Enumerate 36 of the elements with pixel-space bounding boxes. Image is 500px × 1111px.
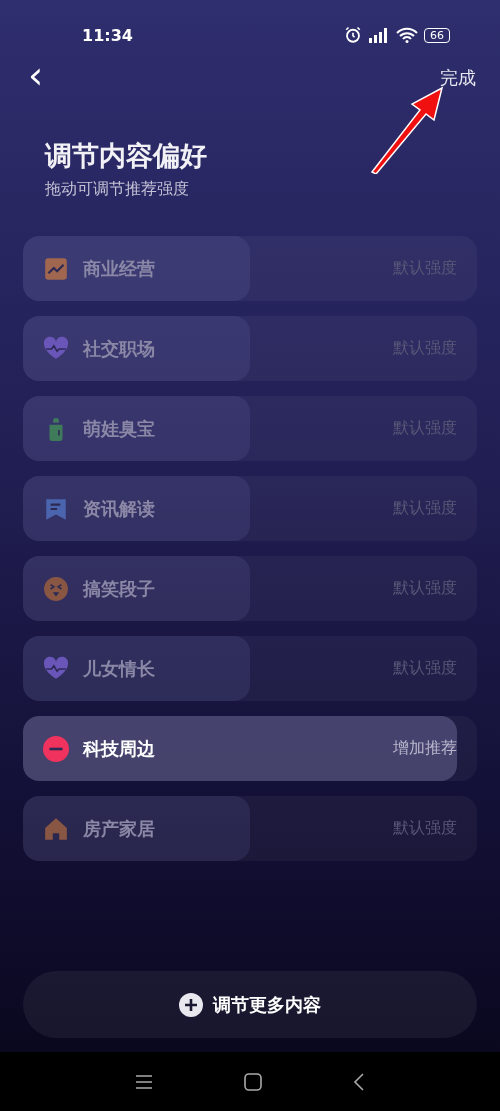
category-name: 萌娃臭宝 xyxy=(83,416,156,441)
category-name: 儿女情长 xyxy=(83,656,156,681)
preference-slider-fill[interactable] xyxy=(23,476,250,541)
strength-label: 增加推荐 xyxy=(393,738,457,759)
menu-icon[interactable] xyxy=(135,1073,154,1090)
preference-slider-fill[interactable] xyxy=(23,316,250,381)
done-button[interactable]: 完成 xyxy=(440,65,476,90)
back-icon[interactable] xyxy=(352,1072,365,1091)
category-name: 科技周边 xyxy=(83,736,156,761)
minus-icon xyxy=(43,735,69,762)
preference-slider-fill[interactable] xyxy=(23,556,250,621)
back-button[interactable]: ‹ xyxy=(24,59,48,90)
preference-slider-fill[interactable] xyxy=(23,796,250,861)
preference-slider-track[interactable]: 科技周边 增加推荐 xyxy=(23,716,477,781)
laughing-face-icon xyxy=(43,575,69,602)
preference-slider-track[interactable]: 房产家居 默认强度 xyxy=(23,796,477,861)
adjust-more-button[interactable]: 调节更多内容 xyxy=(23,971,477,1038)
category-name: 商业经营 xyxy=(83,256,156,281)
category-name: 搞笑段子 xyxy=(83,576,156,601)
status-time: 11:34 xyxy=(82,25,133,45)
category-name: 房产家居 xyxy=(83,816,156,841)
battery-indicator: 66 xyxy=(424,27,450,43)
plus-icon xyxy=(179,992,203,1017)
category-name: 资讯解读 xyxy=(83,496,156,521)
category-name: 社交职场 xyxy=(83,336,156,361)
home-icon[interactable] xyxy=(244,1072,262,1091)
strength-label: 默认强度 xyxy=(393,818,457,839)
preference-slider-fill[interactable] xyxy=(23,636,250,701)
preference-slider-fill[interactable] xyxy=(23,396,250,461)
preference-slider-fill[interactable] xyxy=(23,236,250,301)
chart-icon xyxy=(43,255,69,282)
alarm-icon xyxy=(344,26,362,44)
page-title: 调节内容偏好 xyxy=(45,139,208,173)
wifi-icon xyxy=(396,27,418,43)
page-subtitle: 拖动可调节推荐强度 xyxy=(45,179,190,200)
signal-icon xyxy=(368,27,390,43)
